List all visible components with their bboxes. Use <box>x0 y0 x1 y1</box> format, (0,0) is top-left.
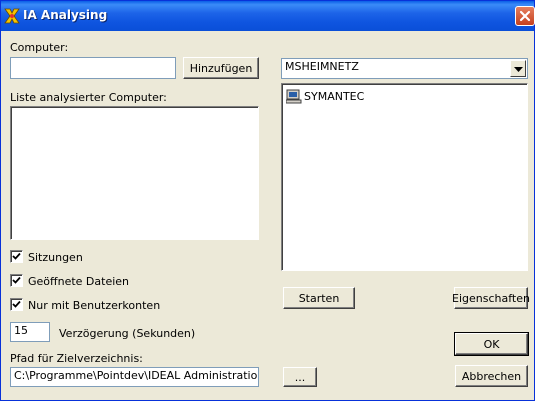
user-accounts-checkbox[interactable] <box>10 298 23 311</box>
close-icon <box>519 10 531 22</box>
analyzed-computers-list[interactable] <box>10 106 259 240</box>
properties-button[interactable]: Eigenschaften <box>452 287 530 309</box>
network-computers-list[interactable]: SYMANTEC <box>281 83 528 271</box>
close-button[interactable] <box>515 6 535 26</box>
delay-input[interactable]: 15 <box>10 322 50 342</box>
target-path-label: Pfad für Zielverzeichnis: <box>10 352 143 365</box>
delay-label: Verzögerung (Sekunden) <box>59 327 196 340</box>
computer-label: Computer: <box>10 41 69 54</box>
open-files-label: Geöffnete Dateien <box>28 275 130 288</box>
title-bar[interactable]: IA Analysing <box>1 1 535 31</box>
app-icon <box>4 8 20 24</box>
checkmark-icon <box>12 300 21 308</box>
computer-input[interactable] <box>10 57 176 79</box>
cancel-button[interactable]: Abbrechen <box>455 365 528 387</box>
dialog-window: IA Analysing Computer: Hinzufügen Liste … <box>0 0 535 401</box>
list-item[interactable]: SYMANTEC <box>286 89 364 104</box>
user-accounts-label: Nur mit Benutzerkonten <box>28 299 161 312</box>
checkmark-icon <box>12 276 21 284</box>
target-path-input[interactable]: C:\Programme\Pointdev\IDEAL Administrati… <box>10 367 259 387</box>
window-title: IA Analysing <box>23 8 108 22</box>
chevron-down-icon <box>514 67 523 72</box>
dropdown-button[interactable] <box>510 60 526 77</box>
ok-button[interactable]: OK <box>454 332 529 356</box>
checkmark-icon <box>12 252 21 260</box>
network-dropdown[interactable]: MSHEIMNETZ <box>281 58 528 79</box>
computer-icon <box>286 89 302 104</box>
browse-button[interactable]: ... <box>283 367 317 387</box>
computer-name: SYMANTEC <box>304 90 365 103</box>
analyzed-list-label: Liste analysierter Computer: <box>10 91 167 104</box>
sessions-label: Sitzungen <box>28 251 83 264</box>
start-button[interactable]: Starten <box>283 287 355 309</box>
sessions-checkbox[interactable] <box>10 250 23 263</box>
open-files-checkbox[interactable] <box>10 274 23 287</box>
add-computer-button[interactable]: Hinzufügen <box>183 57 259 79</box>
network-selected-value: MSHEIMNETZ <box>285 60 359 73</box>
